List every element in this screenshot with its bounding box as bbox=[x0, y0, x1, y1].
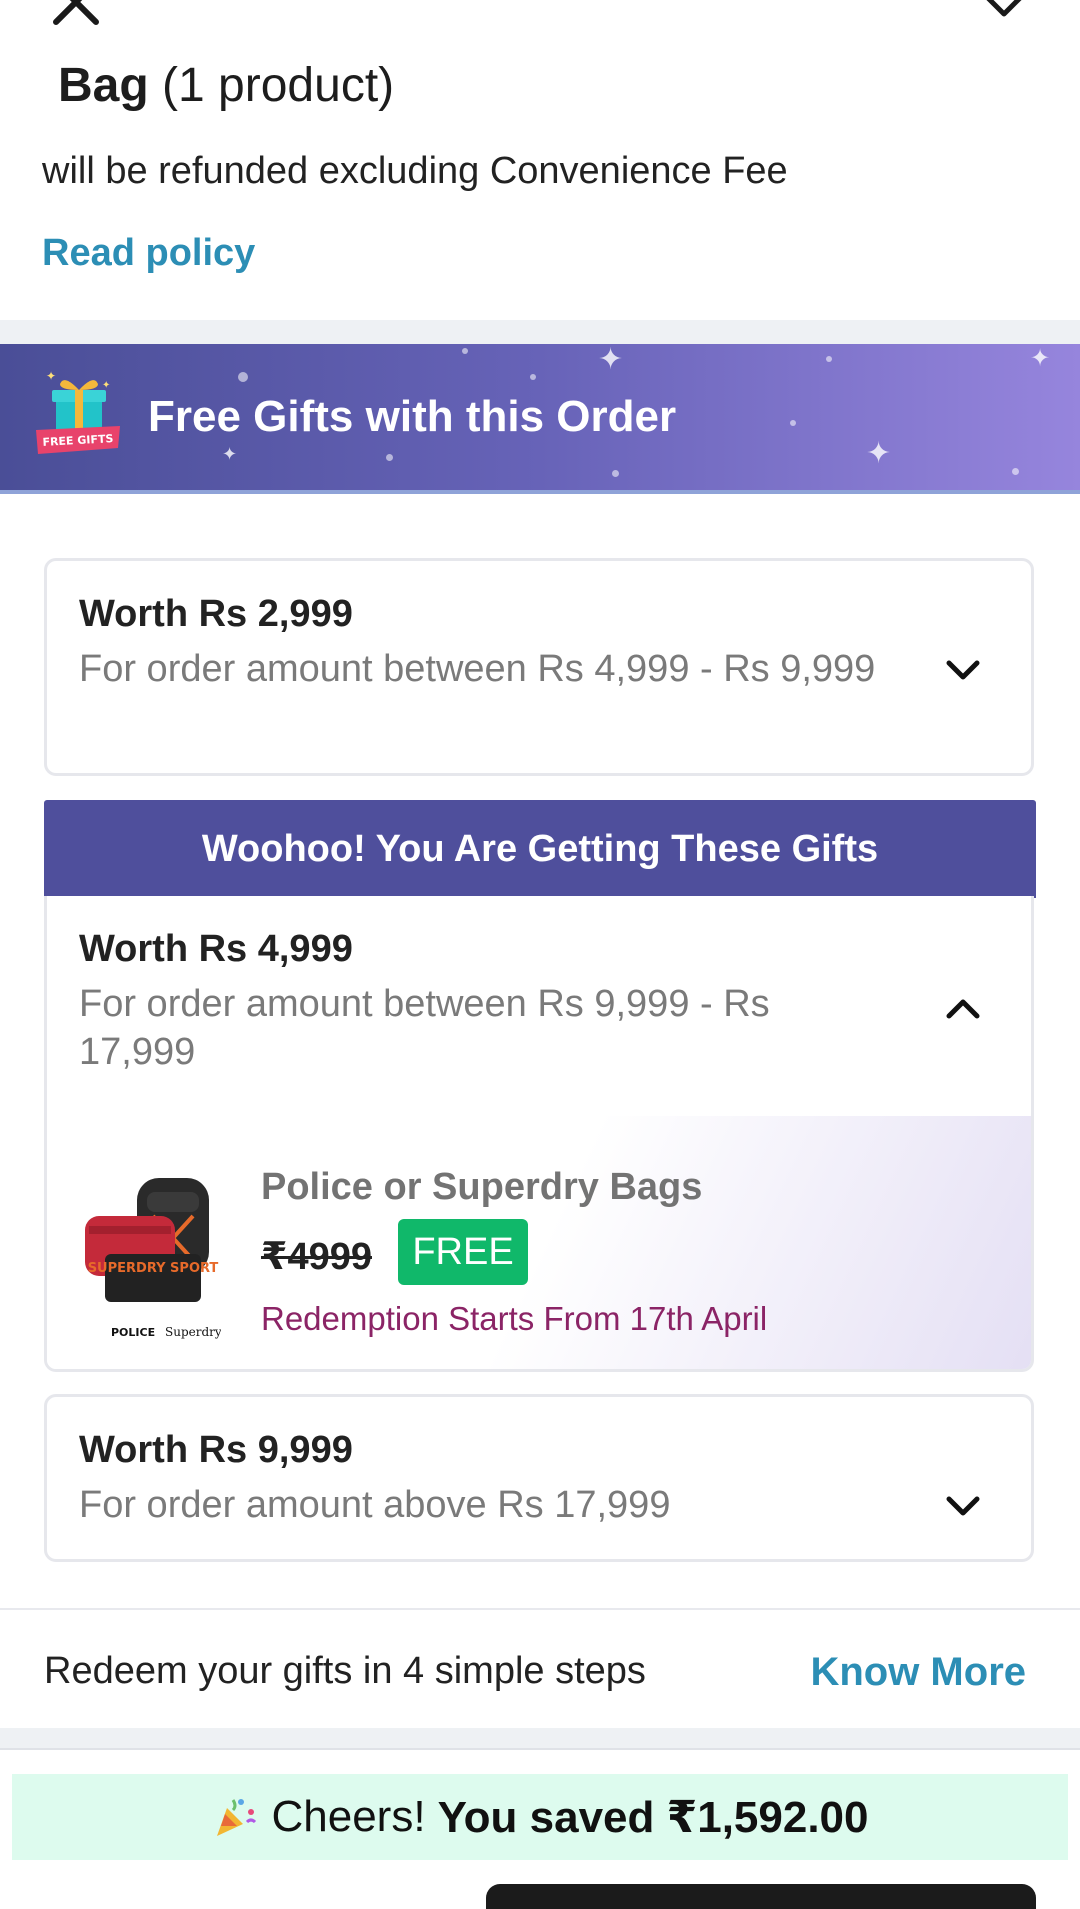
party-popper-icon bbox=[217, 1799, 257, 1836]
bag-page: Bag (1 product) will be refunded excludi… bbox=[0, 0, 1080, 1909]
section-divider bbox=[0, 1728, 1080, 1748]
gift-item-name: Police or Superdry Bags bbox=[261, 1166, 703, 1208]
product-count: (1 product) bbox=[162, 59, 395, 112]
savings-amount: You saved ₹1,592.00 bbox=[437, 1792, 869, 1842]
know-more-link[interactable]: Know More bbox=[810, 1650, 1026, 1695]
top-bar bbox=[0, 0, 1080, 40]
free-badge: FREE bbox=[398, 1219, 528, 1285]
tier-worth: Worth Rs 2,999 bbox=[79, 593, 353, 635]
gift-box-icon: ✦ ✦ FREE GIFTS bbox=[36, 370, 120, 454]
svg-text:✦: ✦ bbox=[46, 370, 56, 383]
free-gifts-banner: ✦ ✦ ✦ ✦ ✦ ✦ FREE GIFTS Free Gifts with t… bbox=[0, 344, 1080, 494]
divider bbox=[0, 1608, 1080, 1610]
police-logo-text: POLICE bbox=[111, 1326, 155, 1339]
wishlist-heart-icon[interactable] bbox=[974, 0, 1034, 18]
bag-label: Bag bbox=[58, 59, 149, 112]
redemption-date-note: Redemption Starts From 17th April bbox=[261, 1300, 768, 1337]
tier-range: For order amount above Rs 17,999 bbox=[79, 1484, 671, 1526]
tier-worth: Worth Rs 9,999 bbox=[79, 1429, 353, 1471]
gift-tier-card[interactable]: Worth Rs 9,999 For order amount above Rs… bbox=[44, 1394, 1034, 1562]
bag-print-text: SUPERDRY SPORT bbox=[88, 1261, 219, 1276]
page-title: Bag (1 product) bbox=[58, 58, 394, 113]
gift-tier-card-expanded[interactable]: Worth Rs 4,999 For order amount between … bbox=[44, 896, 1034, 1372]
gift-item-original-price: ₹4999 bbox=[261, 1236, 372, 1278]
savings-banner: Cheers! You saved ₹1,592.00 bbox=[12, 1774, 1068, 1860]
sparkle-icon: ✦ bbox=[1030, 345, 1051, 372]
chevron-down-icon[interactable] bbox=[943, 651, 983, 691]
refund-info-text: will be refunded excluding Convenience F… bbox=[42, 150, 788, 192]
svg-text:✦: ✦ bbox=[102, 380, 110, 391]
free-gifts-title: Free Gifts with this Order bbox=[148, 392, 677, 441]
chevron-up-icon[interactable] bbox=[943, 988, 983, 1028]
tier-range: For order amount between Rs 9,999 - Rs 1… bbox=[79, 983, 770, 1073]
savings-prefix: Cheers! bbox=[271, 1792, 426, 1841]
woohoo-banner: Woohoo! You Are Getting These Gifts bbox=[44, 800, 1036, 898]
gift-item: SUPERDRY SPORT POLICE Superdry Police or… bbox=[47, 1116, 1031, 1369]
tier-range: For order amount between Rs 4,999 - Rs 9… bbox=[79, 648, 876, 690]
sparkle-icon: ✦ bbox=[866, 437, 892, 470]
redeem-steps-text: Redeem your gifts in 4 simple steps bbox=[44, 1650, 646, 1692]
divider bbox=[0, 1748, 1080, 1750]
gift-tier-card[interactable]: Worth Rs 2,999 For order amount between … bbox=[44, 558, 1034, 776]
section-divider bbox=[0, 320, 1080, 344]
close-icon[interactable] bbox=[46, 0, 106, 32]
read-policy-link[interactable]: Read policy bbox=[42, 232, 255, 275]
bag-product-image: SUPERDRY SPORT POLICE Superdry bbox=[85, 1178, 221, 1339]
superdry-logo-text: Superdry bbox=[165, 1325, 221, 1339]
place-order-button[interactable] bbox=[486, 1884, 1036, 1909]
chevron-down-icon[interactable] bbox=[943, 1487, 983, 1527]
tier-worth: Worth Rs 4,999 bbox=[79, 928, 353, 970]
sparkle-icon: ✦ bbox=[222, 444, 238, 464]
sparkle-icon: ✦ bbox=[598, 344, 624, 376]
